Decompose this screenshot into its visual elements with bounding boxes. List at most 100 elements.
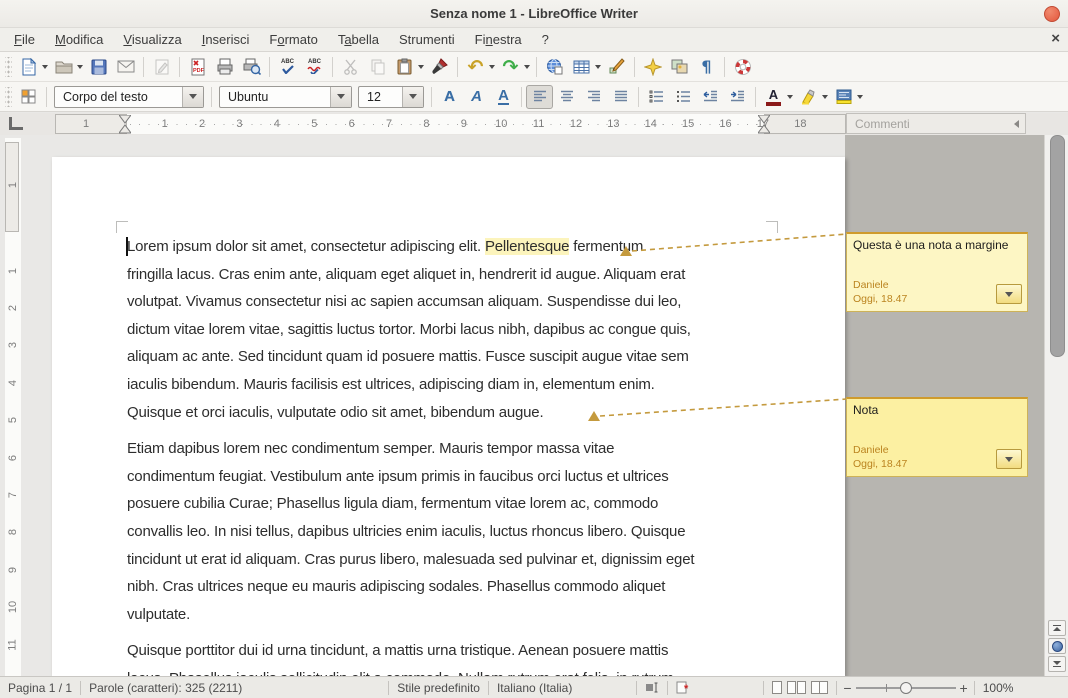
text-line[interactable]: condimentum feugiat. Vestibulum ante ips… <box>127 463 777 491</box>
align-left-button[interactable] <box>526 85 553 109</box>
previous-page-button[interactable] <box>1048 620 1066 636</box>
single-page-view-button[interactable] <box>772 681 782 694</box>
right-indent-marker[interactable] <box>758 115 770 134</box>
margin-comment[interactable]: Questa è una nota a margine Daniele Oggi… <box>846 232 1028 312</box>
font-size-combobox[interactable]: 12 <box>358 86 424 108</box>
ordered-list-button[interactable] <box>643 85 670 109</box>
comments-ruler-button[interactable]: Commenti <box>846 113 1026 134</box>
highlight-color-button[interactable] <box>795 85 822 109</box>
vertical-ruler[interactable]: 1 1234567891011 <box>5 138 21 676</box>
table-dropdown-icon[interactable] <box>595 65 601 69</box>
print-preview-button[interactable] <box>238 55 265 79</box>
print-button[interactable] <box>211 55 238 79</box>
increase-indent-button[interactable] <box>724 85 751 109</box>
cut-button[interactable] <box>337 55 364 79</box>
text-line[interactable]: tincidunt ut erat id aliquam. Cras purus… <box>127 546 777 574</box>
paragraph-background-dropdown-icon[interactable] <box>857 95 863 99</box>
text-line[interactable]: Etiam dapibus lorem nec condimentum semp… <box>127 435 777 463</box>
gallery-button[interactable] <box>666 55 693 79</box>
font-name-combobox[interactable]: Ubuntu <box>219 86 352 108</box>
comment-anchor-highlight[interactable]: Pellentesque <box>485 238 569 255</box>
menu-item[interactable]: Inserisci <box>192 28 260 51</box>
help-button[interactable] <box>729 55 756 79</box>
next-page-button[interactable] <box>1048 656 1066 672</box>
insert-table-button[interactable] <box>568 55 595 79</box>
zoom-in-icon[interactable]: + <box>960 680 968 696</box>
decrease-indent-button[interactable] <box>697 85 724 109</box>
tab-stop-type-selector[interactable] <box>9 117 23 130</box>
justify-button[interactable] <box>607 85 634 109</box>
menu-item[interactable]: Finestra <box>465 28 532 51</box>
menu-item[interactable]: Strumenti <box>389 28 465 51</box>
font-color-dropdown-icon[interactable] <box>787 95 793 99</box>
edit-file-button[interactable] <box>148 55 175 79</box>
zoom-track[interactable] <box>856 687 956 689</box>
scrollbar-thumb[interactable] <box>1050 135 1065 357</box>
undo-dropdown-icon[interactable] <box>489 65 495 69</box>
document-modified-status[interactable]: * <box>668 681 699 694</box>
new-document-dropdown-icon[interactable] <box>42 65 48 69</box>
text-line[interactable]: dictum vitae lorem vitae, sagittis luctu… <box>127 316 777 344</box>
text-line[interactable]: vulputate. <box>127 601 777 629</box>
paragraph-style-combobox[interactable]: Corpo del testo <box>54 86 204 108</box>
paragraph-3[interactable]: Quisque porttitor dui id urna tincidunt,… <box>127 637 777 676</box>
text-line[interactable]: lacus. Phasellus iaculis sollicitudin el… <box>127 665 777 676</box>
menu-item[interactable]: Visualizza <box>113 28 191 51</box>
multi-page-view-button[interactable] <box>787 681 806 694</box>
underline-button[interactable]: A <box>490 85 517 109</box>
redo-dropdown-icon[interactable] <box>524 65 530 69</box>
highlight-dropdown-icon[interactable] <box>822 95 828 99</box>
new-document-button[interactable] <box>15 55 42 79</box>
book-view-button[interactable] <box>811 681 828 694</box>
menu-item[interactable]: File <box>4 28 45 51</box>
navigator-button[interactable] <box>639 55 666 79</box>
window-button-icon[interactable] <box>1044 6 1060 22</box>
page-style-status[interactable]: Stile predefinito <box>389 681 488 695</box>
paragraph-background-button[interactable] <box>830 85 857 109</box>
zoom-percent-status[interactable]: 100% <box>975 681 1022 695</box>
text-column[interactable]: Lorem ipsum dolor sit amet, consectetur … <box>127 233 777 676</box>
margin-comment[interactable]: Nota Daniele Oggi, 18.47 <box>846 397 1028 477</box>
text-line[interactable]: fringilla lacus. Cras enim ante, aliquam… <box>127 261 777 289</box>
zoom-slider[interactable]: − + <box>843 680 967 696</box>
menu-item[interactable]: ? <box>532 28 559 51</box>
font-size-dropdown[interactable] <box>402 87 423 107</box>
menu-item[interactable]: Tabella <box>328 28 389 51</box>
text-line[interactable]: posuere cubilia Curae; Phasellus ligula … <box>127 490 777 518</box>
spelling-button[interactable]: ABC <box>274 55 301 79</box>
open-dropdown-icon[interactable] <box>77 65 83 69</box>
text-line[interactable]: iaculis bibendum. Mauris facilisis est u… <box>127 371 777 399</box>
menu-item[interactable]: Formato <box>259 28 327 51</box>
comment-menu-button[interactable] <box>996 449 1022 469</box>
italic-button[interactable]: A <box>463 85 490 109</box>
indent-marker[interactable] <box>119 115 131 134</box>
title-bar[interactable]: Senza nome 1 - LibreOffice Writer <box>0 0 1068 28</box>
insert-mode-status[interactable] <box>637 682 667 693</box>
styles-panel-button[interactable] <box>15 85 42 109</box>
text-line[interactable]: Quisque porttitor dui id urna tincidunt,… <box>127 637 777 665</box>
close-document-icon[interactable]: × <box>1051 29 1060 49</box>
redo-button[interactable]: ↷ <box>497 55 524 79</box>
paste-dropdown-icon[interactable] <box>418 65 424 69</box>
comment-text[interactable]: Questa è una nota a margine <box>853 238 1021 252</box>
toolbar-grip[interactable] <box>5 87 12 107</box>
open-button[interactable] <box>50 55 77 79</box>
text-line[interactable]: Quisque et orci iaculis, vulputate odio … <box>127 399 777 427</box>
comment-menu-button[interactable] <box>996 284 1022 304</box>
formatting-marks-button[interactable]: ¶ <box>693 55 720 79</box>
font-color-button[interactable]: A <box>760 85 787 109</box>
text-line[interactable]: nibh. Cras ultrices neque eu mauris adip… <box>127 573 777 601</box>
zoom-handle[interactable] <box>900 682 912 694</box>
text-line[interactable]: Lorem ipsum dolor sit amet, consectetur … <box>127 233 777 261</box>
paragraph-1[interactable]: Lorem ipsum dolor sit amet, consectetur … <box>127 233 777 426</box>
align-center-button[interactable] <box>553 85 580 109</box>
export-pdf-button[interactable]: PDF <box>184 55 211 79</box>
toolbar-grip[interactable] <box>5 57 12 77</box>
font-name-dropdown[interactable] <box>330 87 351 107</box>
bold-button[interactable]: A <box>436 85 463 109</box>
text-line[interactable]: aliquam ac ante. Sed tincidunt quam id p… <box>127 343 777 371</box>
hyperlink-button[interactable] <box>541 55 568 79</box>
clone-formatting-button[interactable] <box>426 55 453 79</box>
menu-item[interactable]: Modifica <box>45 28 113 51</box>
comment-text[interactable]: Nota <box>853 403 1021 417</box>
